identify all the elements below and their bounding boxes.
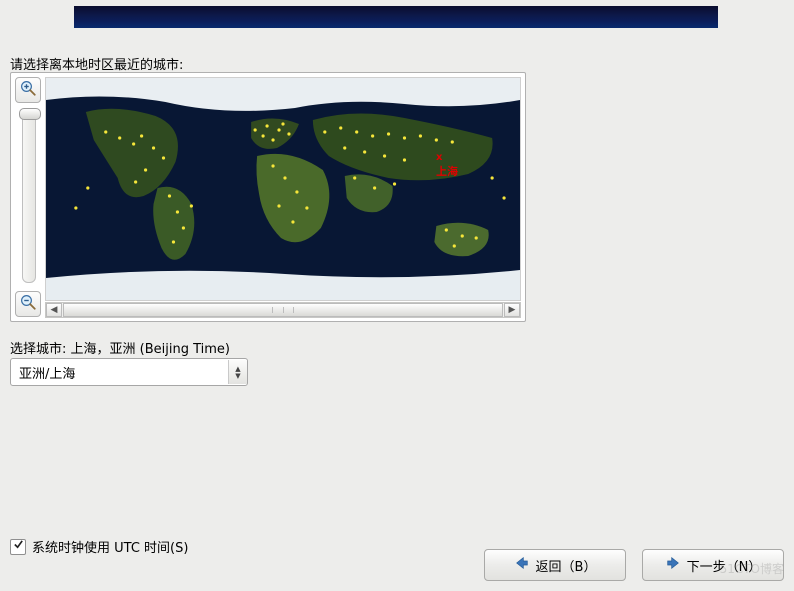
- map-horizontal-scrollbar[interactable]: ◀ ▶: [45, 302, 521, 318]
- next-button[interactable]: 下一步（N）: [642, 549, 784, 581]
- back-button-label: 返回（B）: [536, 556, 597, 575]
- utc-checkbox-label: 系统时钟使用 UTC 时间(S): [32, 537, 188, 556]
- zoom-slider-track[interactable]: [22, 109, 36, 283]
- utc-checkbox[interactable]: [10, 539, 26, 555]
- marker-city-label: 上海: [436, 165, 458, 178]
- next-button-label: 下一步（N）: [687, 556, 762, 575]
- selected-city-label: 选择城市: 上海，亚洲 (Beijing Time): [10, 338, 230, 357]
- arrow-left-icon: [514, 555, 530, 575]
- zoom-out-button[interactable]: [15, 291, 41, 317]
- header-banner: [74, 6, 718, 28]
- chevron-up-icon: ▲: [235, 366, 240, 372]
- world-map-image: [46, 78, 520, 300]
- prompt-label: 请选择离本地时区最近的城市:: [10, 54, 183, 73]
- check-icon: [13, 539, 24, 554]
- scroll-left-button[interactable]: ◀: [46, 303, 62, 317]
- arrow-right-icon: [665, 555, 681, 575]
- timezone-combobox[interactable]: 亚洲/上海 ▲ ▼: [10, 358, 248, 386]
- zoom-slider-handle[interactable]: [19, 108, 41, 120]
- timezone-map[interactable]: x 上海: [45, 77, 521, 301]
- selected-city-marker: x 上海: [436, 150, 458, 179]
- scroll-right-button[interactable]: ▶: [504, 303, 520, 317]
- back-button[interactable]: 返回（B）: [484, 549, 626, 581]
- zoom-in-icon: [19, 79, 37, 101]
- timezone-map-frame: x 上海 ◀ ▶: [10, 72, 526, 322]
- combobox-spinner[interactable]: ▲ ▼: [228, 360, 247, 384]
- timezone-combobox-value: 亚洲/上海: [11, 363, 228, 382]
- utc-checkbox-row: 系统时钟使用 UTC 时间(S): [10, 537, 188, 556]
- wizard-navigation: 返回（B） 下一步（N）: [484, 549, 784, 581]
- chevron-down-icon: ▼: [235, 373, 240, 379]
- zoom-out-icon: [19, 293, 37, 315]
- scroll-thumb[interactable]: [63, 303, 503, 317]
- marker-x-icon: x: [436, 152, 442, 163]
- zoom-in-button[interactable]: [15, 77, 41, 103]
